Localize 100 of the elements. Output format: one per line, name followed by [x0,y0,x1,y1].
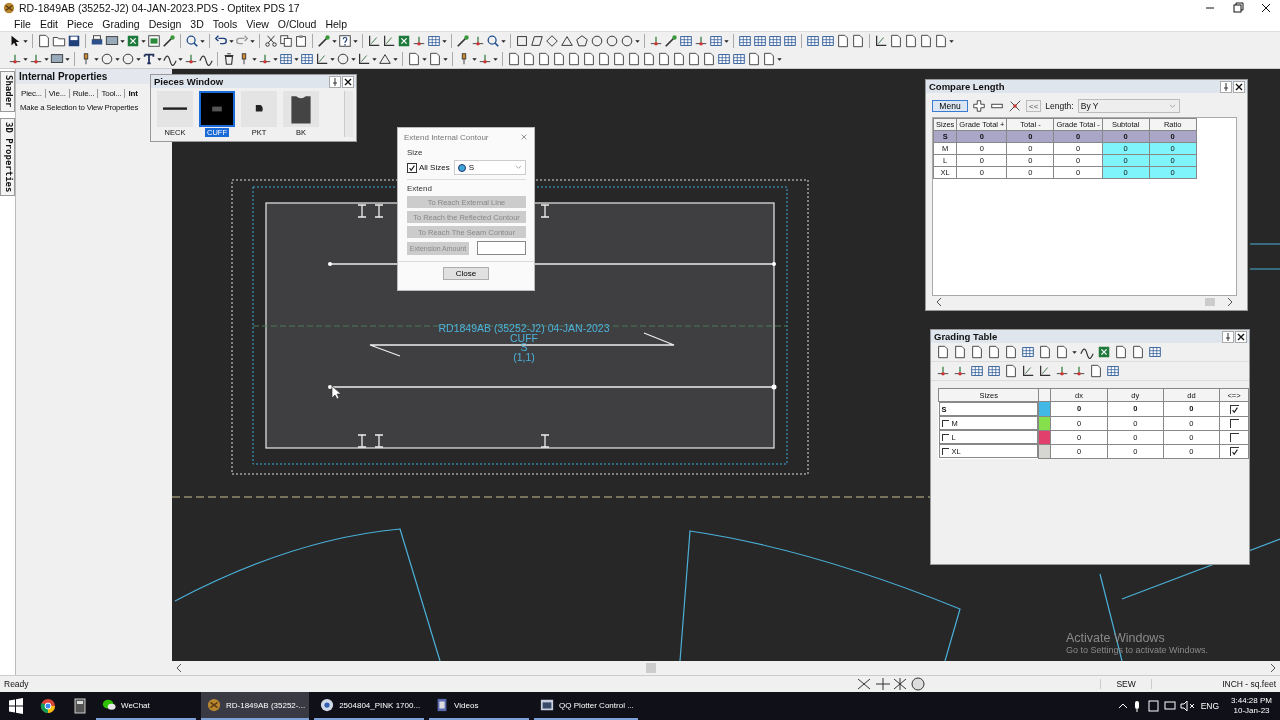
node-icon[interactable] [471,34,485,48]
piece-thumbnail[interactable] [283,91,319,127]
node-icon[interactable] [1008,99,1022,113]
taskbar-app[interactable]: WeChat [96,692,196,720]
close-icon[interactable] [342,75,354,88]
start-button[interactable] [8,698,24,714]
page-icon[interactable] [612,52,626,66]
scroll-right-icon[interactable] [1269,663,1277,673]
grid-icon[interactable] [821,34,835,48]
save-icon[interactable] [67,34,81,48]
page-icon[interactable] [1055,345,1069,359]
taskbar-app[interactable]: Videos [429,692,530,720]
menu-item[interactable]: Edit [35,17,62,30]
page-icon[interactable] [762,52,776,66]
side-tab[interactable]: 3D Properties [0,117,15,196]
page-icon[interactable] [934,34,948,48]
page-icon[interactable] [407,52,421,66]
link-checkbox[interactable] [1229,418,1239,428]
page-icon[interactable] [936,345,950,359]
page-icon[interactable] [1131,345,1145,359]
vertical-scrollbar[interactable] [344,91,353,137]
grid-icon[interactable] [279,52,293,66]
scroll-thumb[interactable] [646,663,656,673]
menu-item[interactable]: Tools [208,17,242,30]
grid-icon[interactable] [1106,364,1120,378]
monitor-icon[interactable] [50,52,64,66]
pattern-piece-outline[interactable] [679,530,961,661]
page-icon[interactable] [657,52,671,66]
page-icon[interactable] [537,52,551,66]
link-checkbox[interactable] [1229,404,1239,414]
angle-icon[interactable] [874,34,888,48]
node-icon[interactable] [1055,364,1069,378]
page-icon[interactable] [642,52,656,66]
angle-icon[interactable] [1038,364,1052,378]
snap-tools-drawing[interactable] [856,676,926,692]
menu-item[interactable]: Grading [98,17,144,30]
wand-icon[interactable] [664,34,678,48]
grid-icon[interactable] [738,34,752,48]
circle-icon[interactable] [100,52,114,66]
grid-icon[interactable] [732,52,746,66]
page-icon[interactable] [919,34,933,48]
page-icon[interactable] [687,52,701,66]
grid-icon[interactable] [987,364,1001,378]
menu-button[interactable]: Menu [932,100,968,112]
angle-icon[interactable] [357,52,371,66]
page-icon[interactable] [851,34,865,48]
grid-icon[interactable] [1148,345,1162,359]
taskbar-app[interactable]: 2504804_PINK 1700... [314,692,425,720]
page-icon[interactable] [836,34,850,48]
menu-item[interactable]: Design [144,17,186,30]
page-icon[interactable] [428,52,442,66]
spreadsheet-icon[interactable] [147,34,161,48]
parallelogram-icon[interactable] [530,34,544,48]
link-checkbox[interactable] [1229,446,1239,456]
grid-icon[interactable] [753,34,767,48]
side-tab[interactable]: Shader [0,71,15,112]
circle-icon[interactable] [121,52,135,66]
clock-time[interactable]: 3:44:28 PM [1231,696,1272,706]
scroll-right-icon[interactable] [1226,297,1234,307]
length-dropdown[interactable]: By Y [1077,99,1180,113]
size-dropdown[interactable]: S [453,160,526,175]
page-icon[interactable] [37,34,51,48]
angle-icon[interactable] [1021,364,1035,378]
clock-date[interactable]: 10-Jan-23 [1233,706,1270,716]
page-icon[interactable] [1038,345,1052,359]
paste-icon[interactable] [294,34,308,48]
panel-tab[interactable]: Int [125,89,141,98]
trash-icon[interactable] [222,52,236,66]
piece-thumbnail[interactable] [241,91,277,127]
grid-icon[interactable] [806,34,820,48]
grid-icon[interactable] [783,34,797,48]
menu-item[interactable]: O/Cloud [273,17,321,30]
browser-icon[interactable] [40,698,56,714]
text-icon[interactable] [142,52,156,66]
circle-icon[interactable] [336,52,350,66]
language-indicator[interactable]: ENG [1200,701,1220,711]
page-icon[interactable] [672,52,686,66]
node-icon[interactable] [184,52,198,66]
angle-icon[interactable] [382,34,396,48]
close-icon[interactable] [1233,80,1245,93]
menu-item[interactable]: 3D [186,17,208,30]
node-icon[interactable] [412,34,426,48]
node-icon[interactable] [694,34,708,48]
page-icon[interactable] [582,52,596,66]
zoom-icon[interactable] [185,34,199,48]
node-icon[interactable] [478,52,492,66]
page-icon[interactable] [1004,345,1018,359]
copy-icon[interactable] [279,34,293,48]
input-field[interactable] [477,241,526,255]
page-icon[interactable] [1114,345,1128,359]
pin-icon[interactable] [1220,80,1232,93]
page-icon[interactable] [889,34,903,48]
all-sizes-checkbox[interactable]: All Sizes [407,162,450,173]
wand-icon[interactable] [456,34,470,48]
piece-thumbnail[interactable] [199,91,235,127]
menu-item[interactable]: Help [321,17,351,30]
close-button[interactable]: Close [443,267,489,280]
page-icon[interactable] [702,52,716,66]
circle-icon[interactable] [605,34,619,48]
panel-tab[interactable]: Rule... [69,89,99,98]
